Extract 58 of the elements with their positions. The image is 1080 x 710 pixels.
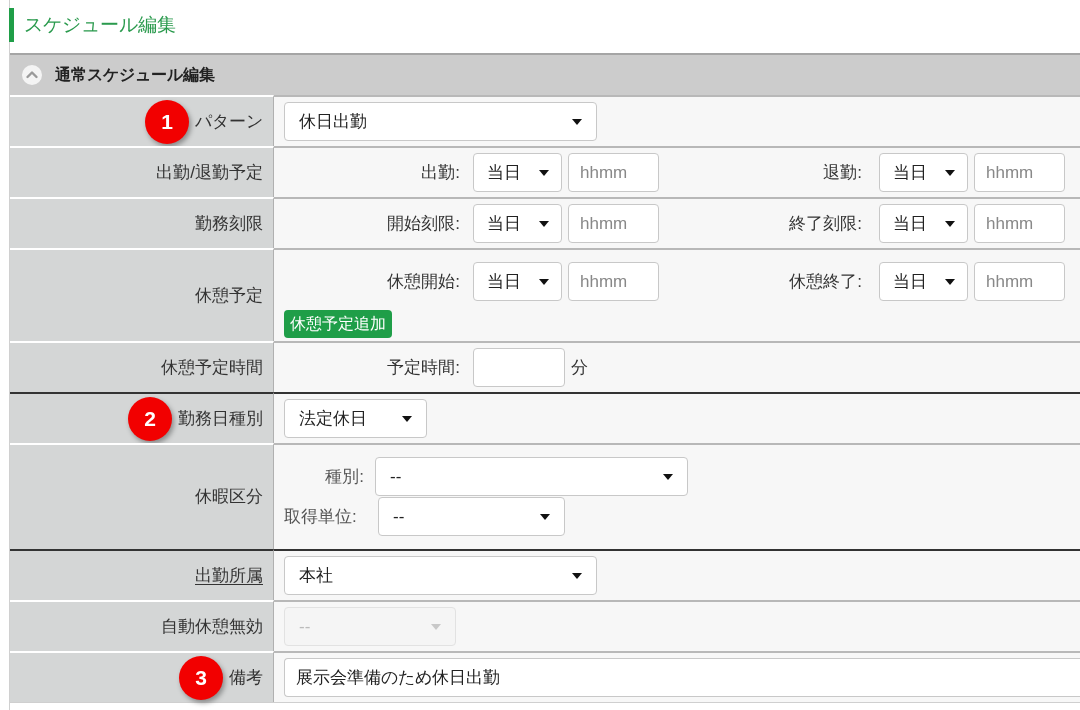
row-label: パターン [195,110,263,133]
numbered-callout: 1 [145,99,189,144]
select-dropdown[interactable]: 休日出勤 [284,102,597,141]
caret-icon [945,278,955,285]
caret-icon [539,220,549,227]
row-label: 備考 [229,666,263,689]
chevron-up-icon[interactable] [22,65,42,85]
unit-label: 分 [571,356,588,379]
field-label: 予定時間: [386,356,460,379]
field-label: 終了刻限: [788,212,862,235]
time-input[interactable]: hhmm [568,204,659,243]
time-input[interactable]: hhmm [974,204,1065,243]
field-label: 休憩終了: [788,270,862,293]
numbered-callout: 3 [179,655,223,700]
day-select[interactable]: 当日 [473,153,562,192]
field-label: 種別: [324,465,364,488]
time-input[interactable]: hhmm [974,153,1065,192]
duration-input[interactable] [473,348,565,387]
row-label: 休憩予定 [195,284,263,307]
caret-icon [539,278,549,285]
row-label: 休暇区分 [195,486,263,509]
caret-icon [945,169,955,176]
select-dropdown[interactable]: -- [375,457,688,496]
field-label: 取得単位: [284,505,358,528]
caret-icon [572,572,582,579]
time-input[interactable]: hhmm [568,262,659,301]
caret-icon [431,623,441,630]
row-link[interactable]: 出勤所属 [195,562,263,589]
day-select[interactable]: 当日 [473,204,562,243]
select-dropdown[interactable]: 本社 [284,556,597,595]
section-header[interactable]: 通常スケジュール編集 [10,53,1080,95]
section-title: 通常スケジュール編集 [55,65,215,85]
row-label: 勤務日種別 [178,407,263,430]
caret-icon [402,415,412,422]
time-input[interactable]: hhmm [974,262,1065,301]
page-title: スケジュール編集 [9,8,180,42]
day-select[interactable]: 当日 [879,204,968,243]
numbered-callout: 2 [128,396,172,441]
row-label: 出勤/退勤予定 [156,161,263,184]
time-input[interactable]: hhmm [568,153,659,192]
remarks-input[interactable]: 展示会準備のため休日出勤 [284,658,1080,697]
day-select[interactable]: 当日 [473,262,562,301]
row-label: 勤務刻限 [195,212,263,235]
select-dropdown[interactable]: 法定休日 [284,399,427,438]
field-label: 出勤: [420,161,460,184]
caret-icon [540,513,550,520]
field-label: 休憩開始: [386,270,460,293]
caret-icon [539,169,549,176]
row-label: 自動休憩無効 [161,615,263,638]
field-label: 開始刻限: [386,212,460,235]
day-select[interactable]: 当日 [879,153,968,192]
caret-icon [945,220,955,227]
field-label: 退勤: [822,161,862,184]
day-select[interactable]: 当日 [879,262,968,301]
row-label: 休憩予定時間 [161,356,263,379]
caret-icon [572,118,582,125]
caret-icon [663,473,673,480]
select-dropdown[interactable]: -- [378,497,565,536]
